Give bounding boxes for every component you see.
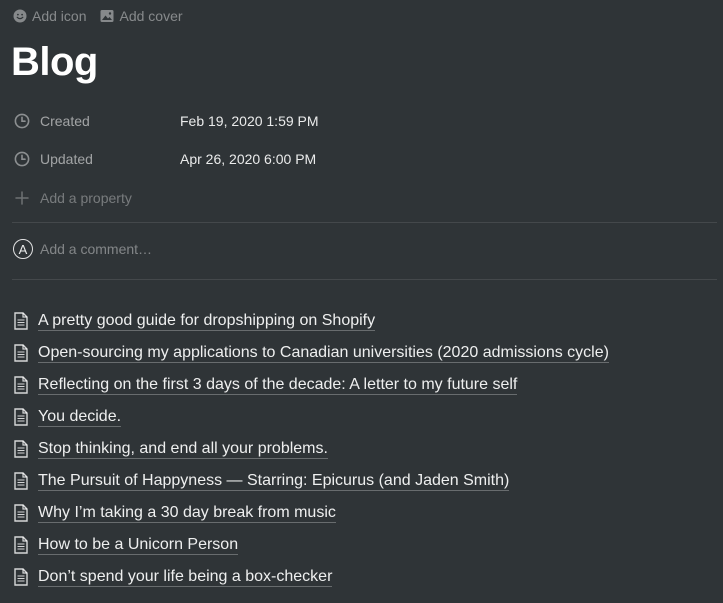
add-property-button[interactable]: Add a property [13, 183, 132, 213]
subpage-item[interactable]: Open-sourcing my applications to Canadia… [12, 337, 609, 369]
comment-input[interactable] [40, 241, 340, 257]
subpage-item[interactable]: A pretty good guide for dropshipping on … [12, 305, 609, 337]
image-icon [100, 9, 114, 23]
plus-icon [13, 189, 31, 207]
clock-icon [13, 112, 31, 130]
property-row-updated[interactable]: Updated Apr 26, 2020 6:00 PM [13, 144, 316, 174]
add-property-label: Add a property [40, 190, 132, 206]
notion-page: Add icon Add cover Blog Created Feb 19, … [0, 0, 723, 603]
subpage-item[interactable]: Reflecting on the first 3 days of the de… [12, 369, 609, 401]
divider [12, 222, 717, 223]
add-icon-label: Add icon [32, 8, 87, 24]
page-icon [12, 311, 30, 331]
page-icon [12, 375, 30, 395]
comment-row: A [13, 238, 340, 260]
property-value: Feb 19, 2020 1:59 PM [180, 113, 319, 129]
property-name: Created [40, 113, 90, 129]
subpage-item[interactable]: Why I’m taking a 30 day break from music [12, 497, 609, 529]
page-icon [12, 343, 30, 363]
page-icon [12, 439, 30, 459]
property-row-created[interactable]: Created Feb 19, 2020 1:59 PM [13, 106, 319, 136]
add-cover-label: Add cover [119, 8, 183, 24]
page-icon [12, 407, 30, 427]
subpage-title[interactable]: You decide. [38, 407, 122, 427]
page-icon [12, 471, 30, 491]
smiley-icon [13, 9, 27, 23]
clock-icon [13, 150, 31, 168]
subpage-title[interactable]: How to be a Unicorn Person [38, 535, 239, 555]
property-name: Updated [40, 151, 93, 167]
add-cover-button[interactable]: Add cover [100, 7, 183, 25]
subpage-item[interactable]: Stop thinking, and end all your problems… [12, 433, 609, 465]
page-icon [12, 567, 30, 587]
page-title[interactable]: Blog [11, 39, 98, 85]
divider [12, 279, 717, 280]
subpage-title[interactable]: A pretty good guide for dropshipping on … [38, 311, 376, 331]
subpage-title[interactable]: Don’t spend your life being a box-checke… [38, 567, 333, 587]
subpage-item[interactable]: You decide. [12, 401, 609, 433]
page-icon [12, 535, 30, 555]
subpage-item[interactable]: How to be a Unicorn Person [12, 529, 609, 561]
subpage-title[interactable]: Open-sourcing my applications to Canadia… [38, 343, 609, 363]
avatar: A [13, 239, 33, 259]
subpage-item[interactable]: The Pursuit of Happyness — Starring: Epi… [12, 465, 609, 497]
subpage-title[interactable]: Why I’m taking a 30 day break from music [38, 503, 336, 523]
page-top-actions: Add icon Add cover [13, 7, 183, 25]
page-icon [12, 503, 30, 523]
subpage-title[interactable]: Reflecting on the first 3 days of the de… [38, 375, 518, 395]
subpage-item[interactable]: Don’t spend your life being a box-checke… [12, 561, 609, 593]
subpage-title[interactable]: The Pursuit of Happyness — Starring: Epi… [38, 471, 510, 491]
property-value: Apr 26, 2020 6:00 PM [180, 151, 317, 167]
subpage-title[interactable]: Stop thinking, and end all your problems… [38, 439, 328, 459]
add-icon-button[interactable]: Add icon [13, 7, 86, 25]
subpage-list: A pretty good guide for dropshipping on … [12, 305, 609, 593]
